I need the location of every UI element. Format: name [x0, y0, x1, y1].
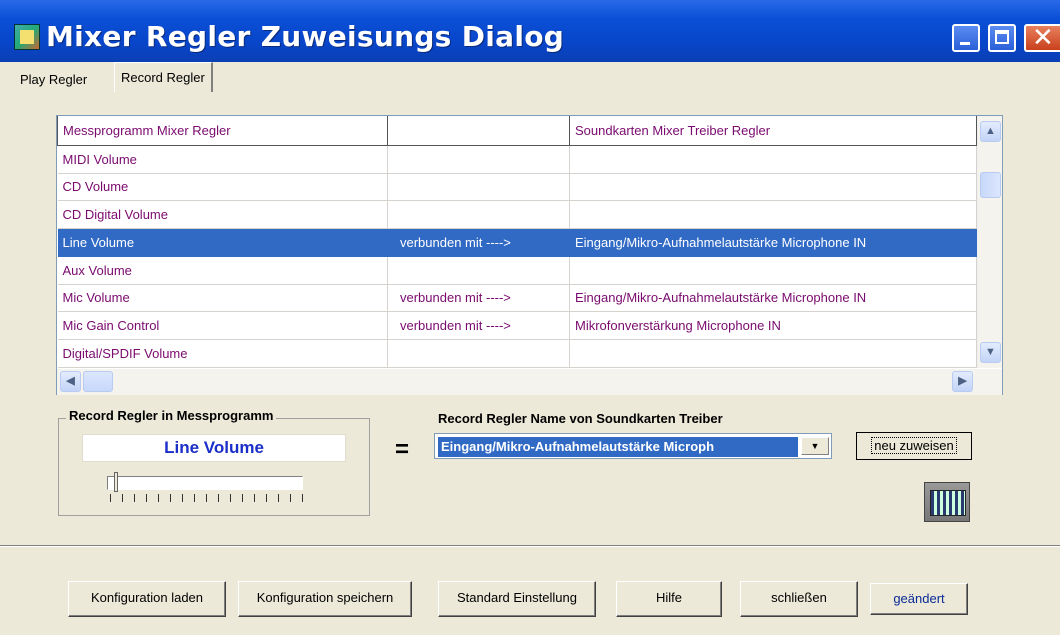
table-row-selected[interactable]: Line Volume verbunden mit ----> Eingang/Mi…: [57, 228, 977, 257]
row-cell: CD Volume: [57, 173, 388, 202]
table-row[interactable]: CD Volume: [57, 173, 977, 202]
scroll-right-icon[interactable]: ▶: [952, 371, 973, 392]
column-header: Messprogramm Mixer Regler: [57, 116, 388, 146]
row-cell: [569, 173, 977, 202]
row-cell: Mic Volume: [57, 284, 388, 313]
column-header: Soundkarten Mixer Treiber Regler: [569, 116, 977, 146]
standard-einstellung-button[interactable]: Standard Einstellung: [438, 581, 596, 617]
mapping-table[interactable]: Messprogramm Mixer Regler Soundkarten Mi…: [56, 115, 1003, 395]
row-cell: [569, 145, 977, 174]
row-cell: Line Volume: [57, 228, 388, 257]
neu-zuweisen-label: neu zuweisen: [871, 437, 957, 454]
hilfe-button[interactable]: Hilfe: [616, 581, 722, 617]
table-header: Messprogramm Mixer Regler Soundkarten Mi…: [57, 116, 977, 146]
mixer-board-icon[interactable]: [924, 482, 970, 522]
table-row[interactable]: Mic Volume verbunden mit ----> Eingang/Mik…: [57, 284, 977, 313]
row-cell: verbunden mit ---->: [387, 311, 570, 341]
konfiguration-laden-button[interactable]: Konfiguration laden: [68, 581, 226, 617]
row-cell: verbunden mit ---->: [387, 228, 570, 257]
combo-label: Record Regler Name von Soundkarten Treib…: [438, 411, 723, 426]
neu-zuweisen-button[interactable]: neu zuweisen: [856, 432, 972, 460]
row-cell: [569, 200, 977, 230]
row-cell: [387, 339, 570, 368]
window-title: Mixer Regler Zuweisungs Dialog: [46, 20, 565, 53]
mapping-grid: Messprogramm Mixer Regler Soundkarten Mi…: [57, 116, 977, 368]
scroll-down-icon[interactable]: ▼: [980, 342, 1001, 363]
scroll-left-icon[interactable]: ◀: [60, 371, 81, 392]
row-cell: Digital/SPDIF Volume: [57, 339, 388, 368]
row-cell: [569, 339, 977, 368]
row-cell: [387, 256, 570, 285]
row-cell: [387, 200, 570, 230]
geaendert-button[interactable]: geändert: [870, 583, 968, 615]
row-cell: Eingang/Mikro-Aufnahmelautstärke Microph…: [569, 284, 977, 313]
table-row[interactable]: Aux Volume: [57, 256, 977, 285]
separator: [0, 545, 1060, 547]
maximize-icon: [995, 30, 1009, 44]
vertical-scrollbar[interactable]: ▲ ▼: [977, 116, 1002, 368]
konfiguration-speichern-button[interactable]: Konfiguration speichern: [238, 581, 412, 617]
row-cell: [387, 173, 570, 202]
minimize-button[interactable]: [952, 24, 980, 52]
column-header: [387, 116, 570, 146]
combo-value: Eingang/Mikro-Aufnahmelautstärke Microph: [438, 437, 798, 457]
row-cell: [387, 145, 570, 174]
tab-record-regler[interactable]: Record Regler: [114, 62, 213, 92]
close-icon: ✕: [1032, 23, 1054, 53]
title-bar: Mixer Regler Zuweisungs Dialog ✕: [0, 0, 1060, 62]
minimize-icon: [960, 42, 970, 45]
record-regler-group-title: Record Regler in Messprogramm: [66, 408, 277, 423]
equals-sign: =: [395, 436, 410, 463]
horizontal-scroll-thumb[interactable]: [83, 371, 113, 392]
row-cell: Aux Volume: [57, 256, 388, 285]
vertical-scroll-thumb[interactable]: [980, 172, 1001, 198]
slider-ticks: [110, 494, 304, 502]
close-button[interactable]: ✕: [1024, 23, 1060, 53]
table-row[interactable]: CD Digital Volume: [57, 200, 977, 230]
tab-play-regler[interactable]: Play Regler: [14, 68, 93, 91]
scroll-up-icon[interactable]: ▲: [980, 121, 1001, 142]
table-row[interactable]: Digital/SPDIF Volume: [57, 339, 977, 368]
level-slider[interactable]: [107, 476, 303, 490]
row-cell: [569, 256, 977, 285]
row-cell: Mikrofonverstärkung Microphone IN: [569, 311, 977, 341]
row-cell: verbunden mit ---->: [387, 284, 570, 313]
row-cell: CD Digital Volume: [57, 200, 388, 230]
table-row[interactable]: MIDI Volume: [57, 145, 977, 174]
mixer-app-icon: [14, 24, 40, 50]
row-cell: Mic Gain Control: [57, 311, 388, 341]
table-row[interactable]: Mic Gain Control verbunden mit ----> Mikro…: [57, 311, 977, 341]
row-cell: MIDI Volume: [57, 145, 388, 174]
maximize-button[interactable]: [988, 24, 1016, 52]
chevron-down-icon[interactable]: ▼: [801, 437, 829, 455]
row-cell: Eingang/Mikro-Aufnahmelautstärke Microph…: [569, 228, 977, 257]
horizontal-scrollbar[interactable]: ◀ ▶: [57, 369, 1002, 395]
driver-regler-select[interactable]: Eingang/Mikro-Aufnahmelautstärke Microph…: [434, 433, 832, 459]
schliessen-button[interactable]: schließen: [740, 581, 858, 617]
slider-thumb[interactable]: [114, 472, 118, 492]
record-regler-value: Line Volume: [82, 434, 346, 462]
